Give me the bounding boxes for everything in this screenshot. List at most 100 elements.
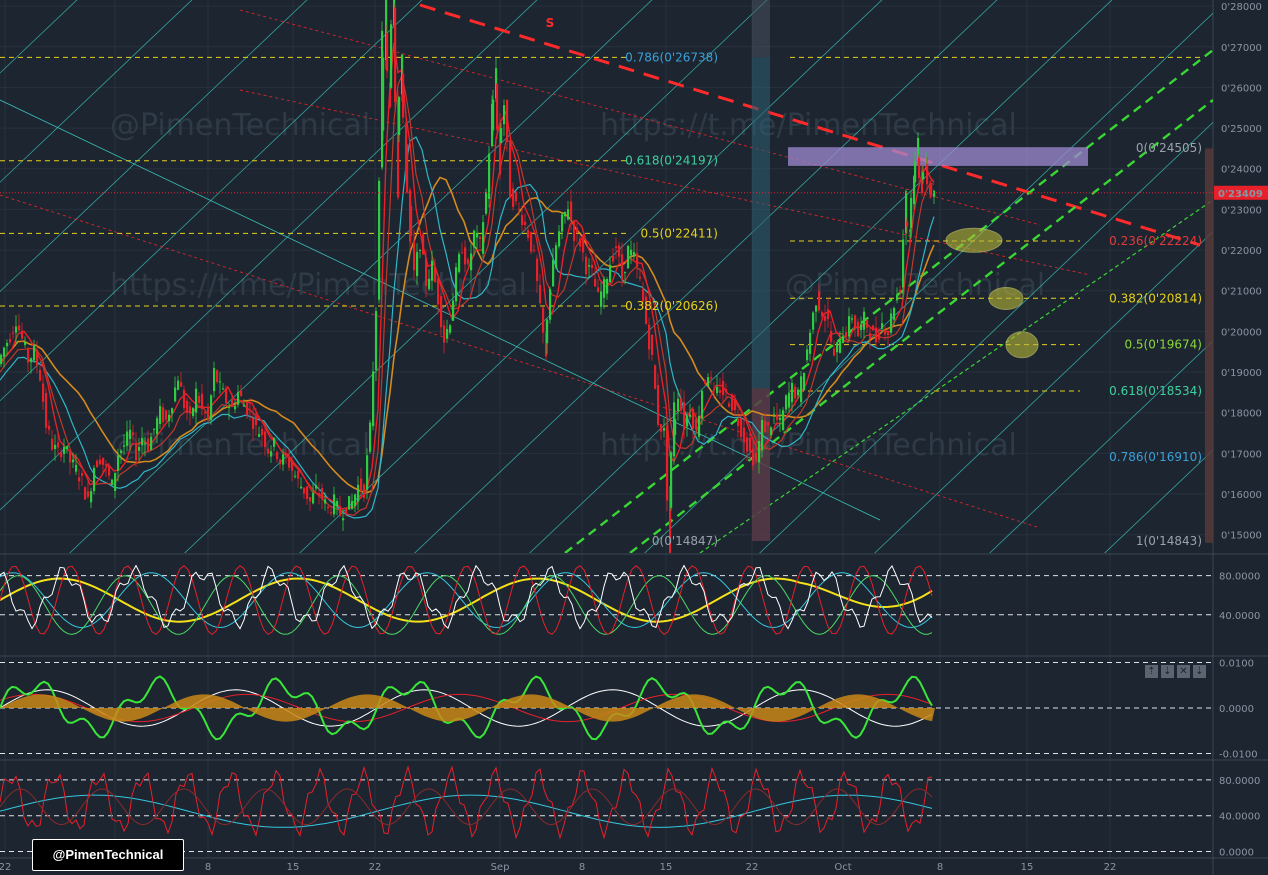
bullish-candle <box>758 440 761 463</box>
time-axis-label: Sep <box>491 862 510 873</box>
bearish-candle <box>297 471 300 479</box>
bearish-candle <box>585 256 588 275</box>
bearish-candle <box>872 325 875 331</box>
collapse-pane-icon[interactable]: ⇣ <box>1193 665 1206 678</box>
bullish-candle <box>258 434 261 437</box>
time-axis-label: 15 <box>287 862 300 873</box>
fib-level-label: 0.382(0'20626) <box>625 299 718 313</box>
price-axis-label: 0'15000 <box>1221 531 1262 542</box>
bearish-candle <box>422 234 425 255</box>
bullish-candle <box>324 499 327 504</box>
bearish-candle <box>524 221 527 225</box>
bearish-candle <box>279 459 282 465</box>
bullish-candle <box>851 318 854 320</box>
close-pane-icon[interactable]: ✕ <box>1177 665 1190 678</box>
bullish-candle <box>630 249 633 256</box>
bearish-candle <box>261 428 264 436</box>
bullish-candle <box>633 252 636 257</box>
bearish-candle <box>36 350 39 366</box>
bearish-candle <box>857 321 860 337</box>
bearish-candle <box>96 460 99 468</box>
bullish-candle <box>357 484 360 502</box>
bullish-candle <box>558 231 561 247</box>
bullish-candle <box>66 445 69 450</box>
price-chart[interactable]: @PimenTechnical https://t.me/PimenTechnic… <box>0 0 1268 875</box>
watermark-handle: @PimenTechnical <box>110 108 370 143</box>
bearish-candle <box>105 464 108 466</box>
bearish-candle <box>899 289 902 293</box>
bearish-candle <box>746 437 749 452</box>
bearish-candle <box>306 486 309 500</box>
bearish-candle <box>576 227 579 233</box>
bullish-candle <box>348 496 351 510</box>
oscillator-axis-label: 40.0000 <box>1219 812 1260 823</box>
price-axis-label: 0'18000 <box>1221 409 1262 420</box>
price-axis-label: 0'19000 <box>1221 368 1262 379</box>
bullish-candle <box>138 447 141 451</box>
bullish-candle <box>273 438 276 447</box>
price-axis-label: 0'24000 <box>1221 165 1262 176</box>
chart-workspace[interactable]: @PimenTechnical https://t.me/PimenTechnic… <box>0 0 1268 875</box>
bearish-candle <box>512 188 515 207</box>
bullish-candle <box>785 395 788 410</box>
move-up-icon[interactable]: ⇡ <box>1145 665 1158 678</box>
bearish-candle <box>467 259 470 264</box>
bullish-candle <box>779 417 782 420</box>
channel-line <box>0 0 423 402</box>
bullish-candle <box>564 211 567 217</box>
bearish-candle <box>425 257 428 287</box>
bullish-candle <box>126 431 129 446</box>
bearish-candle <box>135 444 138 461</box>
bearish-candle <box>597 287 600 292</box>
watermark-telegram: https://t.me/PimenTechnical <box>600 108 1017 143</box>
bullish-candle <box>482 222 485 254</box>
bullish-candle <box>914 161 917 183</box>
bearish-candle <box>878 332 881 340</box>
watermark-telegram: https://t.me/PimenTechnical <box>110 268 527 303</box>
bearish-candle <box>186 400 189 413</box>
bearish-candle <box>42 383 45 402</box>
move-down-icon[interactable]: ⇣ <box>1161 665 1174 678</box>
bullish-candle <box>555 245 558 268</box>
price-axis-label: 0'28000 <box>1221 2 1262 13</box>
bearish-candle <box>692 408 695 429</box>
bearish-candle <box>288 458 291 468</box>
bearish-candle <box>39 369 42 381</box>
bullish-candle <box>54 444 57 449</box>
bullish-candle <box>153 428 156 430</box>
bearish-candle <box>479 237 482 240</box>
bullish-candle <box>312 492 315 504</box>
bullish-candle <box>609 264 612 283</box>
bearish-candle <box>386 33 389 72</box>
bearish-candle <box>722 381 725 396</box>
time-axis-label: 22 <box>746 862 759 873</box>
bearish-candle <box>704 380 707 384</box>
bullish-candle <box>863 311 866 330</box>
bullish-candle <box>603 279 606 298</box>
bearish-candle <box>60 452 63 458</box>
bearish-candle <box>651 334 654 355</box>
bullish-candle <box>770 427 773 436</box>
bearish-candle <box>776 414 779 420</box>
bearish-candle <box>666 425 669 501</box>
bearish-candle <box>285 453 288 455</box>
bearish-candle <box>291 461 294 471</box>
bullish-candle <box>428 279 431 290</box>
bullish-candle <box>24 341 27 345</box>
bearish-candle <box>464 247 467 265</box>
bearish-candle <box>582 235 585 253</box>
bearish-candle <box>767 422 770 426</box>
bearish-candle <box>496 84 499 130</box>
bullish-candle <box>195 388 198 413</box>
bearish-candle <box>591 264 594 269</box>
bearish-candle <box>12 332 15 334</box>
bullish-candle <box>848 316 851 337</box>
bullish-candle <box>75 464 78 472</box>
bearish-candle <box>48 425 51 430</box>
bullish-candle <box>123 445 126 447</box>
bearish-candle <box>833 348 836 356</box>
bearish-candle <box>573 220 576 241</box>
bearish-candle <box>734 400 737 411</box>
oscillator-axis-label: 0.0100 <box>1219 659 1254 670</box>
fib-level-label: 0.618(0'24197) <box>625 154 718 168</box>
